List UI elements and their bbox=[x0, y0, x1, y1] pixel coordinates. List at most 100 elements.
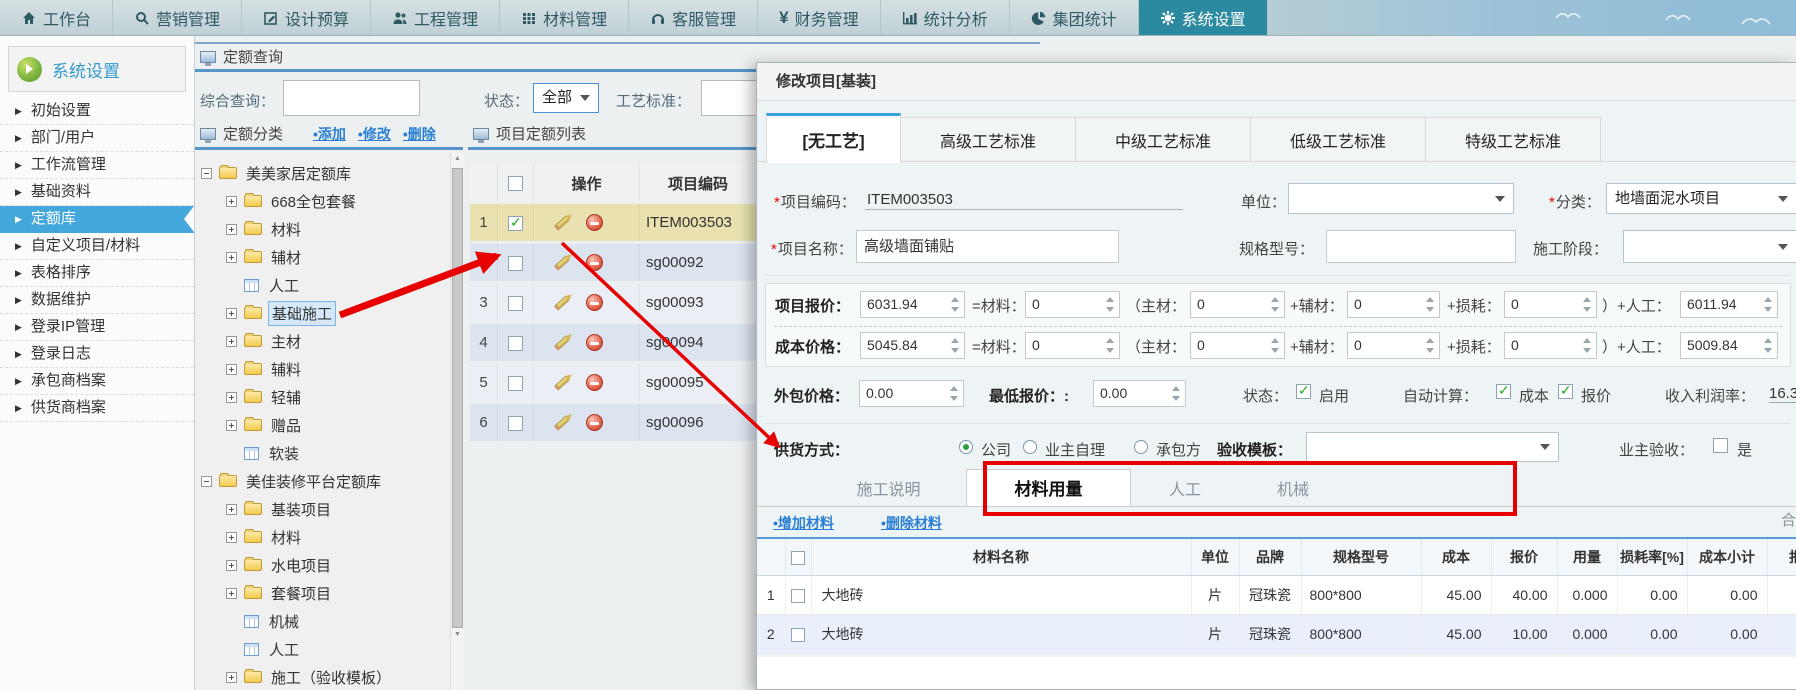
min-quote-stepper[interactable]: 0.00 bbox=[1093, 380, 1186, 407]
unit-select[interactable] bbox=[1288, 183, 1514, 214]
expand-icon[interactable] bbox=[226, 364, 237, 375]
material-row-checkbox[interactable] bbox=[791, 628, 805, 642]
search-input[interactable] bbox=[283, 80, 420, 116]
tree-node[interactable]: 人工 bbox=[201, 271, 441, 299]
tab-no-craft[interactable]: [无工艺] bbox=[766, 113, 901, 163]
delete-icon[interactable] bbox=[586, 374, 603, 391]
edit-icon[interactable] bbox=[554, 415, 570, 430]
tab-construction-notes[interactable]: 施工说明 bbox=[811, 469, 966, 506]
cost-aux-stepper[interactable]: 0 bbox=[1347, 332, 1440, 359]
tab-labor[interactable]: 人工 bbox=[1131, 469, 1239, 506]
tree-node[interactable]: 主材 bbox=[201, 327, 441, 355]
sidebar-item-initial-settings[interactable]: ▶初始设置 bbox=[0, 98, 194, 125]
nav-item-customer-service[interactable]: 客服管理 bbox=[629, 0, 758, 35]
tree-node[interactable]: 赠品 bbox=[201, 411, 441, 439]
tree-node[interactable]: 基装项目 bbox=[201, 495, 441, 523]
tab-machinery[interactable]: 机械 bbox=[1239, 469, 1347, 506]
tab-special-craft[interactable]: 特级工艺标准 bbox=[1426, 117, 1601, 162]
tree-node-root-2[interactable]: 美佳装修平台定额库 bbox=[201, 467, 441, 495]
row-checkbox[interactable] bbox=[508, 296, 523, 311]
sidebar-item-custom-items[interactable]: ▶自定义项目/材料 bbox=[0, 233, 194, 260]
auto-quote-checkbox[interactable] bbox=[1558, 384, 1573, 399]
expand-icon[interactable] bbox=[226, 420, 237, 431]
row-checkbox[interactable] bbox=[508, 336, 523, 351]
item-name-input[interactable]: 高级墙面铺贴 bbox=[856, 230, 1119, 263]
quote-aux-stepper[interactable]: 0 bbox=[1347, 291, 1440, 318]
collapse-icon[interactable] bbox=[201, 168, 212, 179]
tab-low-craft[interactable]: 低级工艺标准 bbox=[1251, 117, 1426, 162]
delete-icon[interactable] bbox=[586, 214, 603, 231]
sidebar-item-data-maintenance[interactable]: ▶数据维护 bbox=[0, 287, 194, 314]
stage-select[interactable] bbox=[1623, 230, 1796, 263]
edit-icon[interactable] bbox=[554, 255, 570, 270]
edit-icon[interactable] bbox=[554, 215, 570, 230]
cost-labor-stepper[interactable]: 5009.84 bbox=[1680, 332, 1778, 359]
quote-labor-stepper[interactable]: 6011.94 bbox=[1680, 291, 1778, 318]
add-category-link[interactable]: •添加 bbox=[313, 124, 346, 144]
expand-icon[interactable] bbox=[226, 532, 237, 543]
material-select-all-checkbox[interactable] bbox=[791, 551, 805, 565]
expand-icon[interactable] bbox=[226, 196, 237, 207]
tree-node[interactable]: 施工（验收模板） bbox=[201, 663, 441, 690]
sidebar-item-quota-library[interactable]: ▶定额库 bbox=[0, 206, 194, 233]
expand-icon[interactable] bbox=[226, 672, 237, 683]
tree-node[interactable]: 软装 bbox=[201, 439, 441, 467]
expand-icon[interactable] bbox=[226, 560, 237, 571]
sidebar-item-login-ip[interactable]: ▶登录IP管理 bbox=[0, 314, 194, 341]
tree-node[interactable]: 水电项目 bbox=[201, 551, 441, 579]
sidebar-item-departments-users[interactable]: ▶部门/用户 bbox=[0, 125, 194, 152]
row-checkbox[interactable] bbox=[508, 376, 523, 391]
outsource-stepper[interactable]: 0.00 bbox=[859, 380, 964, 407]
sidebar-item-contractor-files[interactable]: ▶承包商档案 bbox=[0, 368, 194, 395]
nav-item-design-budget[interactable]: 设计预算 bbox=[242, 0, 371, 35]
radio-owner-self[interactable] bbox=[1023, 440, 1037, 454]
tree-node[interactable]: 辅料 bbox=[201, 355, 441, 383]
sidebar-item-table-sort[interactable]: ▶表格排序 bbox=[0, 260, 194, 287]
edit-icon[interactable] bbox=[554, 375, 570, 390]
tree-node[interactable]: 人工 bbox=[201, 635, 441, 663]
row-checkbox[interactable] bbox=[508, 416, 523, 431]
sidebar-item-login-log[interactable]: ▶登录日志 bbox=[0, 341, 194, 368]
expand-icon[interactable] bbox=[226, 504, 237, 515]
tree-node-root-1[interactable]: 美美家居定额库 bbox=[201, 159, 441, 187]
row-checkbox[interactable] bbox=[508, 256, 523, 271]
nav-item-marketing[interactable]: 营销管理 bbox=[113, 0, 242, 35]
collapse-icon[interactable] bbox=[201, 476, 212, 487]
enable-checkbox[interactable] bbox=[1296, 384, 1311, 399]
cost-material-stepper[interactable]: 0 bbox=[1025, 332, 1120, 359]
owner-acceptance-checkbox[interactable] bbox=[1713, 438, 1728, 453]
quote-material-stepper[interactable]: 0 bbox=[1025, 291, 1120, 318]
sidebar-item-basic-data[interactable]: ▶基础资料 bbox=[0, 179, 194, 206]
select-all-checkbox[interactable] bbox=[508, 176, 523, 191]
nav-item-engineering[interactable]: 工程管理 bbox=[371, 0, 500, 35]
expand-icon[interactable] bbox=[226, 252, 237, 263]
expand-icon[interactable] bbox=[226, 224, 237, 235]
auto-cost-checkbox[interactable] bbox=[1496, 384, 1511, 399]
nav-item-workbench[interactable]: 工作台 bbox=[0, 0, 113, 35]
delete-material-link[interactable]: •删除材料 bbox=[881, 513, 942, 533]
radio-contractor[interactable] bbox=[1134, 440, 1148, 454]
category-select[interactable]: 地墙面泥水项目 bbox=[1606, 183, 1796, 214]
tree-node[interactable]: 套餐项目 bbox=[201, 579, 441, 607]
tab-material-usage[interactable]: 材料用量 bbox=[966, 469, 1131, 506]
row-checkbox[interactable] bbox=[508, 216, 523, 231]
tab-advanced-craft[interactable]: 高级工艺标准 bbox=[901, 117, 1076, 162]
edit-icon[interactable] bbox=[554, 295, 570, 310]
expand-icon[interactable] bbox=[226, 308, 237, 319]
expand-icon[interactable] bbox=[226, 588, 237, 599]
material-row[interactable]: 2 大地砖 片 冠珠瓷 800*800 45.00 10.00 0.000 0.… bbox=[757, 614, 1796, 653]
nav-item-statistics[interactable]: 统计分析 bbox=[881, 0, 1010, 35]
radio-company[interactable] bbox=[959, 440, 973, 454]
tab-intermediate-craft[interactable]: 中级工艺标准 bbox=[1076, 117, 1251, 162]
edit-category-link[interactable]: •修改 bbox=[358, 124, 391, 144]
nav-item-finance[interactable]: ¥ 财务管理 bbox=[758, 0, 880, 35]
tree-scrollbar[interactable]: ▲ ▼ bbox=[450, 153, 464, 690]
scrollbar-thumb[interactable] bbox=[452, 168, 463, 628]
cost-loss-stepper[interactable]: 0 bbox=[1504, 332, 1597, 359]
delete-icon[interactable] bbox=[586, 414, 603, 431]
quote-main-stepper[interactable]: 0 bbox=[1190, 291, 1285, 318]
delete-icon[interactable] bbox=[586, 254, 603, 271]
spec-input[interactable] bbox=[1326, 230, 1516, 263]
tree-node-selected[interactable]: 基础施工 bbox=[201, 299, 441, 327]
material-row-checkbox[interactable] bbox=[791, 589, 805, 603]
